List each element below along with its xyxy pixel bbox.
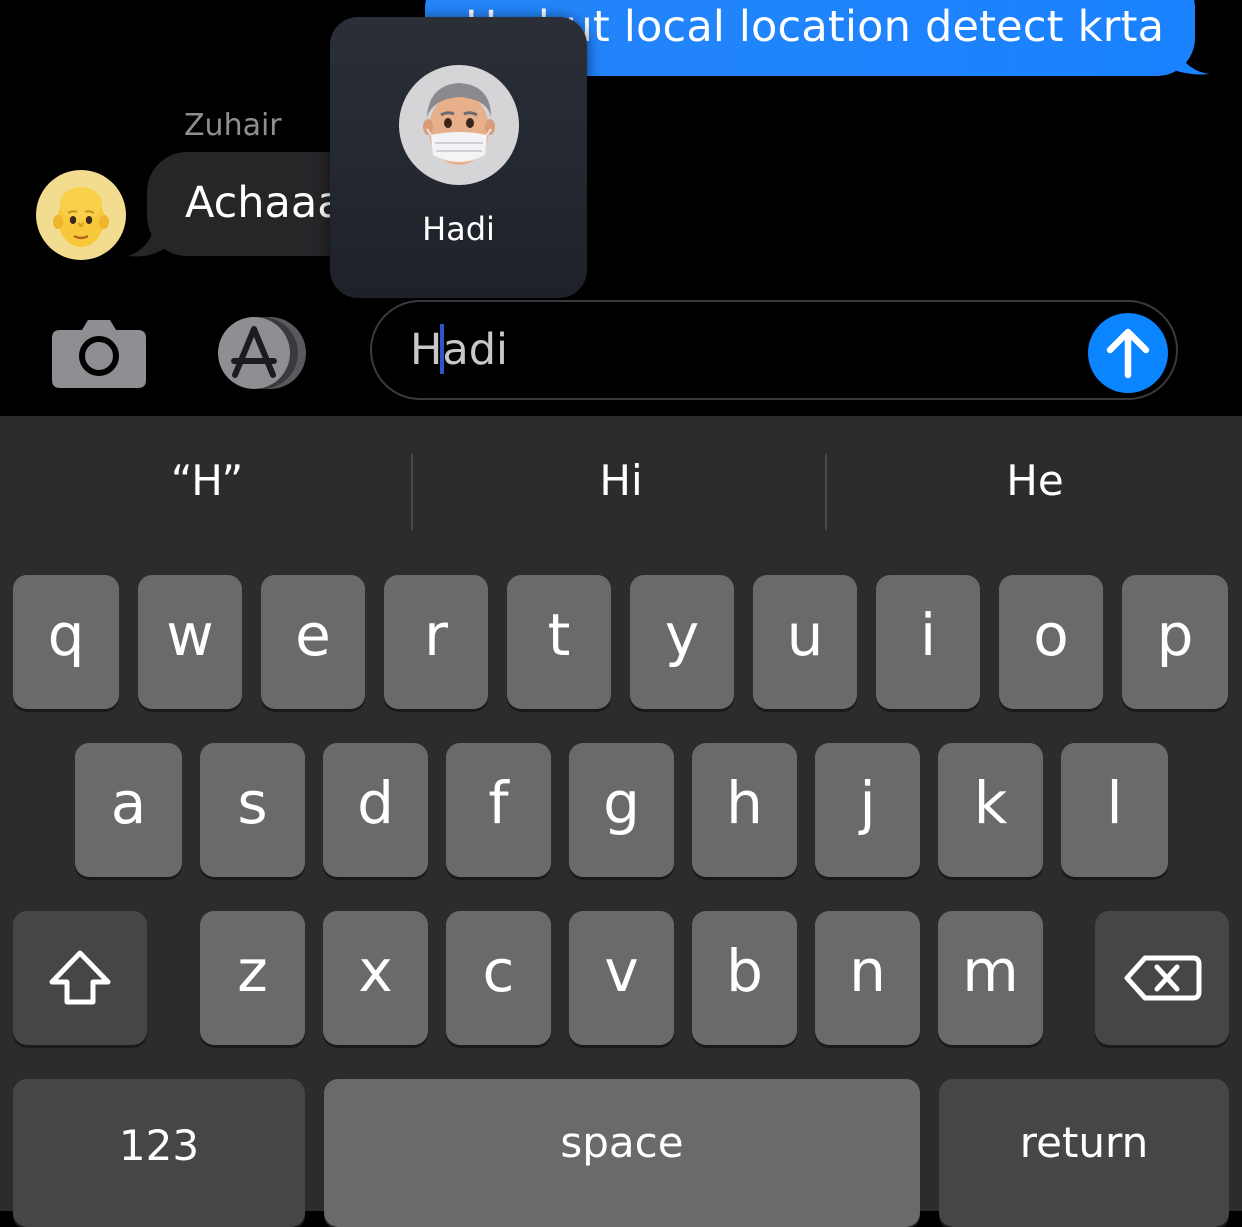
predictive-text-bar: “H” Hi He: [0, 416, 1242, 572]
key-b[interactable]: b: [692, 911, 797, 1045]
key-label: y: [664, 601, 700, 669]
app-store-icon[interactable]: [210, 315, 320, 391]
key-g[interactable]: g: [569, 743, 674, 877]
key-p[interactable]: p: [1122, 575, 1228, 709]
key-f[interactable]: f: [446, 743, 551, 877]
received-message-text: Achaaa: [185, 178, 344, 228]
key-label: x: [358, 937, 393, 1005]
key-z[interactable]: z: [200, 911, 305, 1045]
key-label: b: [726, 937, 763, 1005]
key-label: v: [604, 937, 639, 1005]
arrow-up-icon: [1106, 328, 1150, 379]
key-label: f: [488, 769, 509, 837]
key-e[interactable]: e: [261, 575, 365, 709]
key-y[interactable]: y: [630, 575, 734, 709]
key-label: e: [295, 601, 331, 669]
key-label: l: [1106, 769, 1123, 837]
key-label: h: [726, 769, 763, 837]
key-label: n: [849, 937, 886, 1005]
message-input[interactable]: Hadi: [370, 300, 1178, 400]
key-l[interactable]: l: [1061, 743, 1168, 877]
key-label: w: [166, 601, 214, 669]
sent-bubble-tail: [1162, 38, 1210, 75]
key-label: g: [603, 769, 640, 837]
key-label: o: [1033, 601, 1069, 669]
key-label: 123: [118, 1121, 200, 1170]
key-r[interactable]: r: [384, 575, 488, 709]
key-label: k: [973, 769, 1008, 837]
contact-avatar: [399, 65, 519, 185]
key-label: c: [482, 937, 515, 1005]
key-h[interactable]: h: [692, 743, 797, 877]
suggestion-he[interactable]: He: [828, 456, 1242, 505]
key-label: j: [859, 769, 876, 837]
masked-memoji-icon: [423, 83, 495, 165]
key-d[interactable]: d: [323, 743, 428, 877]
shift-key[interactable]: [13, 911, 147, 1045]
return-key[interactable]: return: [939, 1079, 1229, 1227]
mention-suggestion-popup[interactable]: Hadi: [330, 17, 587, 298]
numbers-key[interactable]: 123: [13, 1079, 305, 1227]
input-text-after-caret: adi: [442, 325, 508, 375]
suggestion-hi[interactable]: Hi: [414, 456, 828, 505]
key-label: p: [1156, 601, 1194, 669]
suggestion-divider: [411, 454, 413, 530]
key-j[interactable]: j: [815, 743, 920, 877]
keyboard: “H” Hi He q w e r t y u i o p a s d f g …: [0, 416, 1242, 1227]
space-key[interactable]: space: [324, 1079, 920, 1227]
key-s[interactable]: s: [200, 743, 305, 877]
key-label: s: [237, 769, 268, 837]
shift-icon: [49, 950, 111, 1005]
key-o[interactable]: o: [999, 575, 1103, 709]
key-q[interactable]: q: [13, 575, 119, 709]
key-label: m: [962, 937, 1019, 1005]
input-text-before-caret: H: [410, 325, 443, 375]
suggestion-divider: [825, 454, 827, 530]
contact-name: Hadi: [422, 210, 495, 248]
delete-icon: [1124, 955, 1202, 1001]
key-label: u: [786, 601, 824, 669]
key-label: space: [560, 1118, 684, 1167]
bald-memoji-icon: [53, 187, 109, 247]
key-label: i: [919, 601, 937, 669]
conversation-area: Ha but local location detect krta Zuhair…: [0, 0, 1242, 416]
key-i[interactable]: i: [876, 575, 980, 709]
memoji-avatar[interactable]: [36, 170, 126, 260]
key-x[interactable]: x: [323, 911, 428, 1045]
key-a[interactable]: a: [75, 743, 182, 877]
key-m[interactable]: m: [938, 911, 1043, 1045]
sender-name: Zuhair: [184, 108, 282, 143]
key-c[interactable]: c: [446, 911, 551, 1045]
camera-icon[interactable]: [52, 316, 146, 388]
key-label: a: [110, 769, 147, 837]
key-n[interactable]: n: [815, 911, 920, 1045]
key-v[interactable]: v: [569, 911, 674, 1045]
key-label: d: [357, 769, 394, 837]
message-input-text: Hadi: [410, 324, 508, 375]
key-label: q: [47, 601, 85, 669]
key-label: z: [237, 937, 268, 1005]
key-label: t: [547, 601, 571, 669]
key-w[interactable]: w: [138, 575, 242, 709]
key-u[interactable]: u: [753, 575, 857, 709]
key-t[interactable]: t: [507, 575, 611, 709]
key-k[interactable]: k: [938, 743, 1043, 877]
suggestion-quoted[interactable]: “H”: [0, 456, 414, 505]
delete-key[interactable]: [1095, 911, 1229, 1045]
key-label: r: [424, 601, 448, 669]
key-label: return: [1019, 1118, 1149, 1167]
send-button[interactable]: [1088, 313, 1168, 393]
